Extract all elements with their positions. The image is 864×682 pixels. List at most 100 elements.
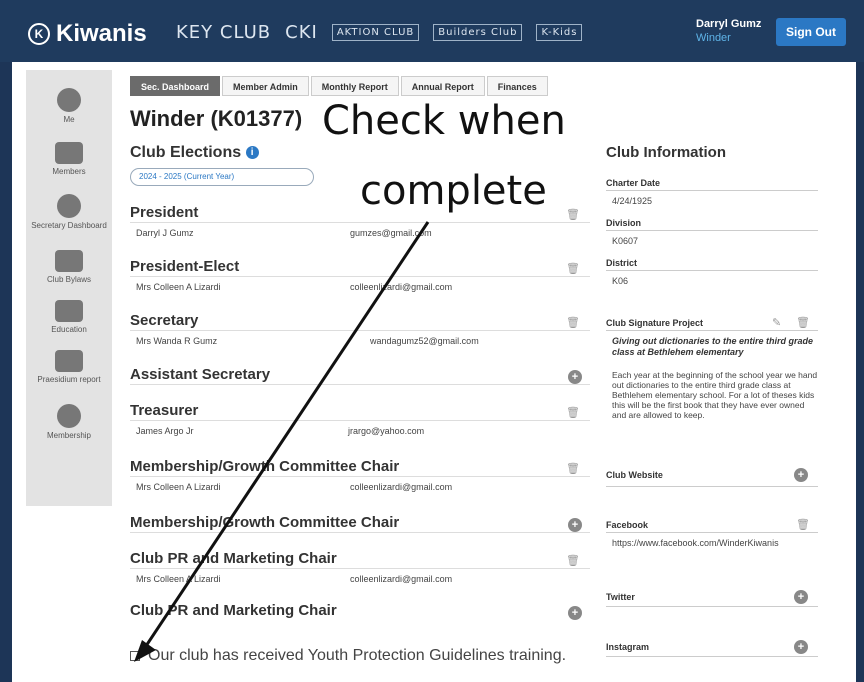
add-icon[interactable]: + (568, 606, 582, 620)
instagram-label: Instagram (606, 642, 650, 652)
kkids-logo[interactable]: K-Kids (536, 24, 583, 41)
add-icon[interactable]: + (794, 590, 808, 604)
annotation-text-line2: complete (360, 168, 547, 214)
member-email: jrargo@yahoo.com (348, 426, 425, 436)
sidebar-item-label: Education (51, 325, 87, 334)
user-info: Darryl Gumz Winder (696, 18, 761, 44)
sidebar-item-label: Praesidium report (37, 375, 101, 384)
sidebar-item-club-bylaws[interactable]: Club Bylaws (26, 250, 112, 284)
divider (130, 276, 590, 277)
tab-sec-dashboard[interactable]: Sec. Dashboard (130, 76, 221, 96)
trash-icon[interactable]: 🗑 (796, 518, 810, 531)
divider (130, 532, 590, 533)
sidebar-item-me[interactable]: Me (26, 88, 112, 124)
charter-date-value: 4/24/1925 (612, 196, 653, 206)
logo-text: Kiwanis (56, 20, 147, 47)
role-title: Treasurer (130, 402, 199, 419)
sign-out-button[interactable]: Sign Out (776, 18, 846, 46)
sidebar-item-label: Members (52, 167, 86, 176)
club-elections-heading: Club Elections i (130, 144, 259, 162)
info-icon[interactable]: i (245, 146, 259, 160)
sidebar-item-praesidium-report[interactable]: Praesidium report (26, 350, 112, 384)
role-title: Membership/Growth Committee Chair (130, 458, 400, 475)
divider (606, 330, 818, 331)
trash-icon[interactable]: 🗑 (796, 316, 810, 329)
member-name: Mrs Colleen A Lizardi (136, 574, 221, 584)
keyclub-logo[interactable]: KEY CLUB (176, 22, 271, 43)
add-icon[interactable]: + (568, 518, 582, 532)
kiwanis-logo[interactable]: K Kiwanis (28, 20, 147, 48)
club-website-label: Club Website (606, 470, 663, 480)
year-select[interactable]: 2024 - 2025 (Current Year) (130, 168, 314, 186)
divider (130, 420, 590, 421)
signature-project-body: Each year at the beginning of the school… (612, 370, 818, 420)
facebook-value: https://www.facebook.com/WinderKiwanis (612, 538, 779, 548)
kiwanis-icon: K (28, 23, 50, 45)
youth-protection-label: Our club has received Youth Protection G… (148, 647, 567, 664)
tab-annual-report[interactable]: Annual Report (400, 76, 485, 96)
divider (130, 222, 590, 223)
divider (130, 568, 590, 569)
division-value: K0607 (612, 236, 639, 246)
builders-club-logo[interactable]: Builders Club (433, 24, 523, 41)
facebook-label: Facebook (606, 520, 649, 530)
user-name: Darryl Gumz (696, 18, 762, 30)
add-icon[interactable]: + (568, 370, 582, 384)
pencil-icon[interactable]: ✎ (772, 316, 781, 329)
signature-project-label: Club Signature Project (606, 318, 704, 328)
tab-monthly-report[interactable]: Monthly Report (310, 76, 399, 96)
divider (130, 384, 590, 385)
divider (606, 270, 818, 271)
district-value: K06 (612, 276, 629, 286)
trash-icon[interactable]: 🗑 (566, 316, 580, 329)
trash-icon[interactable]: 🗑 (566, 262, 580, 275)
cki-logo[interactable]: CKI (285, 22, 318, 43)
add-icon[interactable]: + (794, 468, 808, 482)
user-club: Winder (696, 32, 731, 44)
sidebar-item-label: Secretary Dashboard (31, 221, 107, 230)
club-elections-title: Club Elections (130, 144, 242, 161)
role-title: Assistant Secretary (130, 366, 271, 383)
trash-icon[interactable]: 🗑 (566, 406, 580, 419)
tab-finances[interactable]: Finances (486, 76, 548, 96)
top-navbar: K Kiwanis KEY CLUB CKI AKTION CLUB Build… (0, 0, 864, 62)
trash-icon[interactable]: 🗑 (566, 554, 580, 567)
youth-protection-row: Our club has received Youth Protection G… (130, 646, 600, 666)
education-icon (55, 300, 83, 322)
member-email: colleenlizardi@gmail.com (350, 482, 453, 492)
member-name: James Argo Jr (136, 426, 194, 436)
divider (606, 230, 818, 231)
members-icon (55, 142, 83, 164)
youth-protection-checkbox[interactable] (130, 650, 140, 661)
sidebar-item-label: Membership (46, 431, 91, 440)
main-panel: Me Members Secretary Dashboard Club Byla… (12, 62, 856, 682)
division-label: Division (606, 218, 642, 228)
trash-icon[interactable]: 🗑 (566, 208, 580, 221)
divider (606, 190, 818, 191)
role-title: President (130, 204, 199, 221)
dashboard-tabs: Sec. Dashboard Member Admin Monthly Repo… (130, 76, 550, 96)
signature-project-title: Giving out dictionaries to the entire th… (612, 336, 814, 357)
sidebar-item-secretary-dashboard[interactable]: Secretary Dashboard (26, 194, 112, 230)
sidebar-item-education[interactable]: Education (26, 300, 112, 334)
divider (130, 330, 590, 331)
divider (606, 486, 818, 487)
tab-member-admin[interactable]: Member Admin (222, 76, 309, 96)
role-title: Membership/Growth Committee Chair (130, 514, 400, 531)
member-name: Mrs Colleen A Lizardi (136, 282, 221, 292)
sidebar-item-members[interactable]: Members (26, 142, 112, 176)
sidebar: Me Members Secretary Dashboard Club Byla… (26, 70, 112, 506)
add-icon[interactable]: + (794, 640, 808, 654)
member-email: wandagumz52@gmail.com (370, 336, 479, 346)
aktion-club-logo[interactable]: AKTION CLUB (331, 24, 420, 41)
district-label: District (606, 258, 638, 268)
trash-icon[interactable]: 🗑 (566, 462, 580, 475)
twitter-label: Twitter (606, 592, 635, 602)
divider (606, 606, 818, 607)
sidebar-item-label: Me (63, 115, 75, 124)
kiwanis-icon (57, 404, 81, 428)
sidebar-item-membership[interactable]: Membership (26, 404, 112, 440)
member-email: colleenlizardi@gmail.com (350, 574, 453, 584)
gavel-icon (55, 250, 83, 272)
role-title: President-Elect (130, 258, 240, 275)
